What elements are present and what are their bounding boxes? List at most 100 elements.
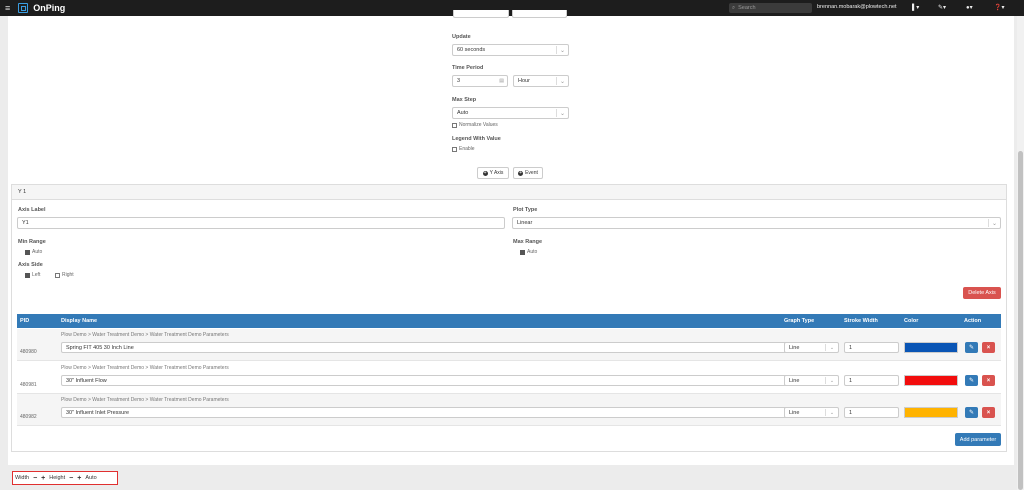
graph-type-value: Line [789, 344, 800, 351]
plot-type-value: Linear [517, 220, 533, 226]
color-swatch[interactable] [904, 407, 958, 418]
min-range-label: Min Range [18, 239, 46, 245]
col-color: Color [904, 318, 919, 324]
spinner-icon[interactable]: ▤ [499, 78, 504, 84]
axis-title: Y 1 [18, 189, 27, 195]
chevron-down-icon: ⌄ [556, 46, 568, 54]
search-placeholder: Search [738, 5, 756, 11]
graph-type-select[interactable]: Line ⌄ [784, 375, 839, 386]
remove-x-icon[interactable]: × [982, 375, 995, 386]
bookmark-icon[interactable]: ▌▾ [912, 4, 919, 11]
add-y-axis-button[interactable]: + Y Axis [477, 167, 509, 179]
plot-type-label: Plot Type [513, 207, 538, 213]
stroke-width-input[interactable]: 1 [844, 375, 899, 386]
min-auto-checkbox[interactable]: Auto [25, 249, 42, 255]
max-auto-label: Auto [527, 249, 538, 255]
time-period-value: 3 [457, 78, 461, 84]
graph-type-value: Line [789, 409, 800, 416]
legend-enable-checkbox[interactable]: Enable [452, 146, 475, 152]
height-minus-button[interactable]: − [69, 475, 73, 482]
display-name-input[interactable]: 30" Influent Flow [61, 375, 798, 386]
display-name-input[interactable]: Spring FIT 405 30 Inch Line [61, 342, 798, 353]
graph-type-select[interactable]: Line ⌄ [784, 407, 839, 418]
checkbox-icon[interactable] [452, 122, 457, 128]
display-name-input[interactable]: 30" Influent Inlet Pressure [61, 407, 798, 418]
width-minus-button[interactable]: − [33, 475, 37, 482]
help-icon[interactable]: ❓▾ [994, 4, 1004, 11]
plus-circle-icon: + [518, 169, 524, 176]
checkbox-checked-icon[interactable] [520, 249, 525, 255]
delete-axis-button[interactable]: Delete Axis [963, 287, 1001, 299]
size-controls: Width − + Height − + Auto [12, 471, 118, 485]
max-step-select[interactable]: Auto ⌄ [452, 107, 569, 119]
remove-x-icon[interactable]: × [982, 407, 995, 418]
col-stroke-width: Stroke Width [844, 318, 878, 324]
menu-icon[interactable]: ≡ [5, 3, 10, 13]
height-label: Height [49, 475, 66, 481]
chevron-down-icon: ⌄ [556, 77, 568, 85]
stroke-width-value: 1 [849, 344, 853, 351]
search-icon: ⌕ [732, 4, 736, 11]
search-input[interactable]: ⌕ Search [729, 3, 812, 13]
update-value: 60 seconds [457, 47, 486, 53]
start-date-field[interactable] [453, 10, 509, 18]
add-event-button[interactable]: + Event [513, 167, 543, 179]
max-auto-checkbox[interactable]: Auto [520, 249, 537, 255]
page-scrollbar[interactable] [1017, 16, 1024, 490]
parameter-table-header: PID Display Name Graph Type Stroke Width… [17, 314, 1001, 328]
app-name[interactable]: OnPing [33, 3, 65, 13]
color-swatch[interactable] [904, 375, 958, 386]
plot-type-select[interactable]: Linear ⌄ [512, 217, 1001, 229]
time-unit-value: Hour [518, 78, 530, 84]
axis-label-input[interactable]: Y1 [17, 217, 505, 229]
onping-logo-icon[interactable] [18, 3, 29, 13]
width-label: Width [15, 475, 30, 481]
add-parameter-button[interactable]: Add parameter [955, 433, 1001, 446]
stroke-width-input[interactable]: 1 [844, 342, 899, 353]
parameter-pid: 480982 [20, 414, 37, 420]
graph-type-select[interactable]: Line ⌄ [784, 342, 839, 353]
side-left-checkbox[interactable]: Left [25, 272, 40, 278]
col-action: Action [964, 318, 982, 324]
wrench-icon[interactable]: ✎▾ [938, 4, 946, 11]
normalize-label: Normalize Values [459, 122, 498, 128]
remove-x-icon[interactable]: × [982, 342, 995, 353]
time-unit-select[interactable]: Hour ⌄ [513, 75, 569, 87]
enable-label: Enable [459, 146, 475, 152]
display-name-value: Spring FIT 405 30 Inch Line [66, 344, 134, 351]
table-row: Plow Demo > Water Treatment Demo > Water… [17, 329, 1001, 361]
col-display-name: Display Name [61, 318, 98, 324]
stroke-width-value: 1 [849, 377, 853, 384]
stroke-width-input[interactable]: 1 [844, 407, 899, 418]
parameter-breadcrumb: Plow Demo > Water Treatment Demo > Water… [61, 397, 229, 403]
chevron-down-icon: ⌄ [825, 344, 838, 351]
color-swatch[interactable] [904, 342, 958, 353]
time-period-input[interactable]: 3 ▤ [452, 75, 508, 87]
checkbox-checked-icon[interactable] [25, 272, 30, 278]
auto-size-button[interactable]: Auto [85, 475, 96, 481]
width-plus-button[interactable]: + [41, 475, 45, 482]
table-row: Plow Demo > Water Treatment Demo > Water… [17, 394, 1001, 426]
normalize-checkbox[interactable]: Normalize Values [452, 122, 498, 128]
edit-pencil-icon[interactable]: ✎ [965, 342, 978, 353]
start-time-field[interactable] [512, 10, 567, 18]
user-email[interactable]: brennan.mobarak@plowtech.net [817, 4, 897, 10]
update-select[interactable]: 60 seconds ⌄ [452, 44, 569, 56]
scrollbar-thumb[interactable] [1018, 151, 1023, 490]
parameter-breadcrumb: Plow Demo > Water Treatment Demo > Water… [61, 365, 229, 371]
edit-pencil-icon[interactable]: ✎ [965, 375, 978, 386]
side-left-label: Left [32, 272, 41, 278]
height-plus-button[interactable]: + [77, 475, 81, 482]
user-icon[interactable]: ●▾ [966, 4, 973, 11]
display-name-value: 30" Influent Inlet Pressure [66, 409, 130, 416]
event-button-label: Event [525, 170, 538, 176]
chevron-down-icon: ⌄ [556, 109, 568, 117]
side-right-checkbox[interactable]: Right [55, 272, 74, 278]
checkbox-icon[interactable] [55, 272, 60, 278]
checkbox-checked-icon[interactable] [25, 249, 30, 255]
parameter-pid: 480981 [20, 382, 37, 388]
col-pid: PID [20, 318, 30, 324]
checkbox-icon[interactable] [452, 146, 457, 152]
edit-pencil-icon[interactable]: ✎ [965, 407, 978, 418]
plus-circle-icon: + [482, 169, 488, 176]
